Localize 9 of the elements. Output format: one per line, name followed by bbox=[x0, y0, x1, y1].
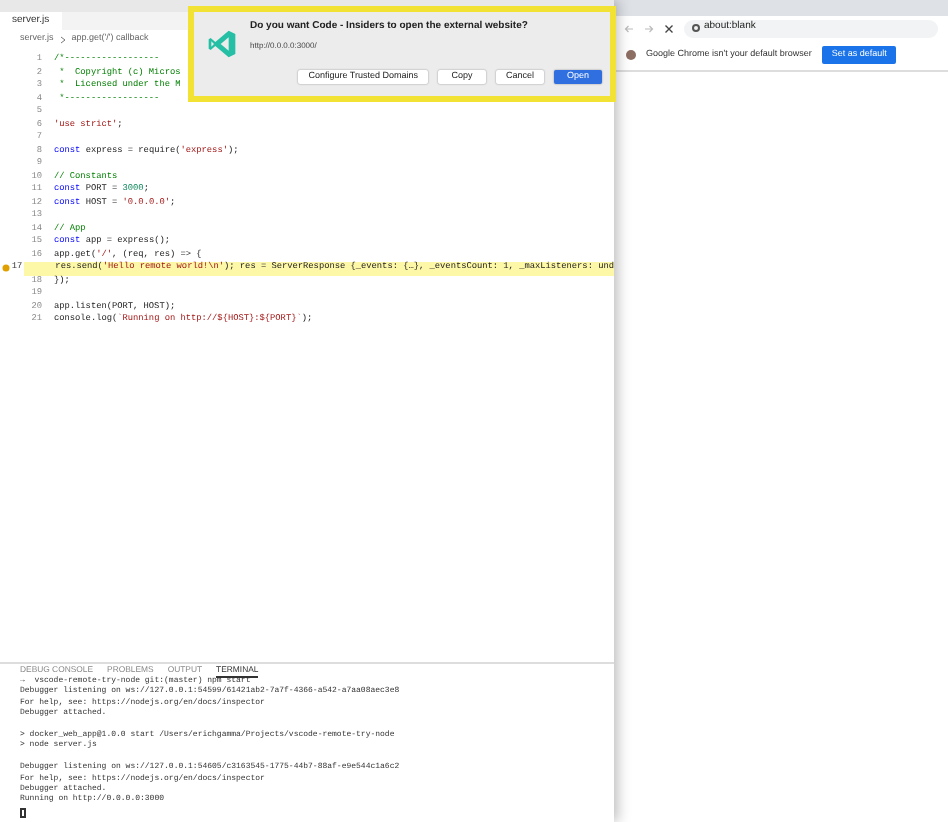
browser-logo-icon bbox=[626, 50, 636, 60]
back-icon[interactable] bbox=[624, 23, 634, 33]
breakpoint-icon bbox=[1, 264, 10, 273]
terminal-cursor bbox=[20, 808, 26, 819]
close-icon[interactable] bbox=[664, 23, 674, 33]
info-icon bbox=[692, 24, 700, 32]
chevron-icon bbox=[59, 35, 66, 43]
forward-icon[interactable] bbox=[644, 23, 654, 33]
app-logo-icon bbox=[206, 28, 238, 60]
